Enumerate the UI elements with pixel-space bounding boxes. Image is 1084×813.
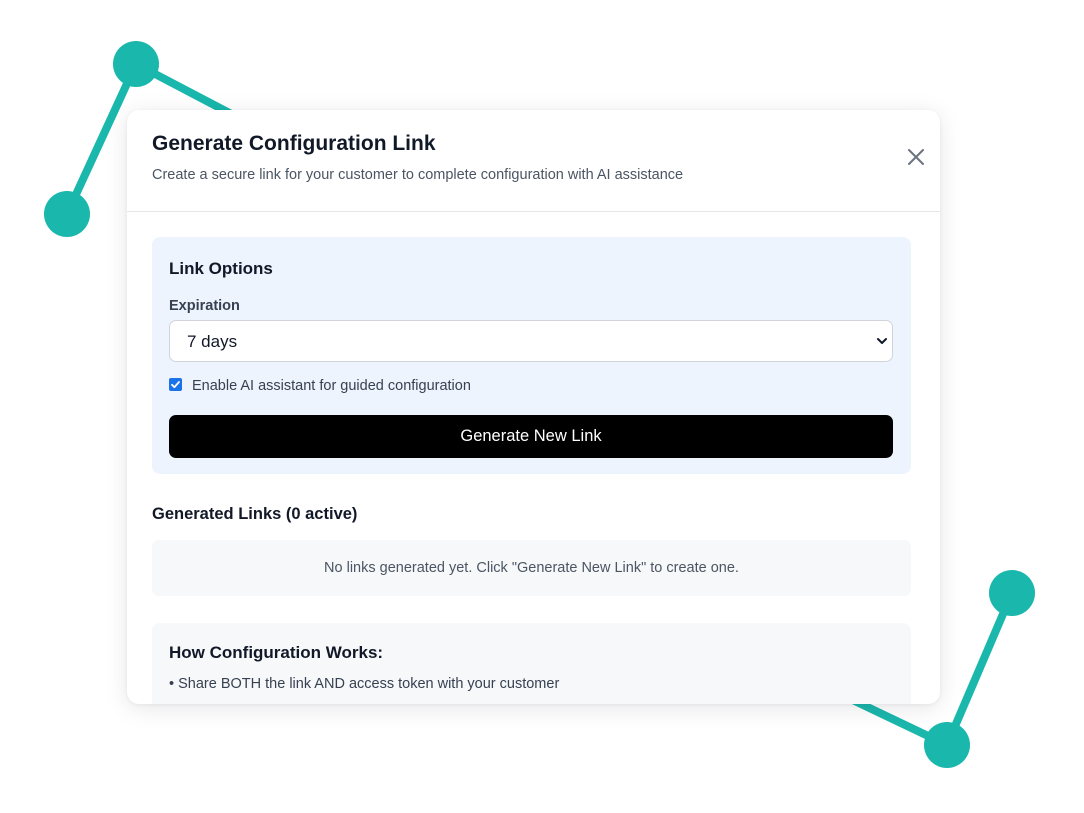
modal-title: Generate Configuration Link (152, 132, 436, 155)
modal-description: Create a secure link for your customer t… (152, 167, 684, 183)
decorative-node (44, 191, 90, 237)
ai-assistant-checkbox[interactable] (169, 378, 182, 391)
generated-links-empty-state: No links generated yet. Click "Generate … (152, 540, 911, 596)
checkmark-icon (171, 381, 180, 389)
link-options-panel: Link Options Expiration 7 days Enable AI… (152, 237, 911, 474)
decorative-node (924, 722, 970, 768)
generate-new-link-button[interactable]: Generate New Link (169, 415, 893, 458)
decorative-node (989, 570, 1035, 616)
link-options-title: Link Options (169, 259, 273, 278)
how-it-works-item: • Share BOTH the link AND access token w… (169, 676, 560, 692)
close-button[interactable] (905, 146, 927, 168)
generate-link-modal: Generate Configuration Link Create a sec… (127, 110, 940, 704)
ai-assistant-checkbox-label[interactable]: Enable AI assistant for guided configura… (192, 378, 471, 394)
how-it-works-panel: How Configuration Works: • Share BOTH th… (152, 623, 911, 704)
expiration-select[interactable]: 7 days (169, 320, 893, 362)
decorative-node (113, 41, 159, 87)
modal-header: Generate Configuration Link Create a sec… (127, 110, 940, 212)
close-icon (908, 149, 924, 165)
how-it-works-title: How Configuration Works: (169, 643, 384, 662)
expiration-selected-value: 7 days (187, 332, 238, 351)
chevron-down-icon (877, 338, 887, 344)
generated-links-title: Generated Links (0 active) (152, 505, 358, 523)
expiration-label: Expiration (169, 298, 240, 314)
